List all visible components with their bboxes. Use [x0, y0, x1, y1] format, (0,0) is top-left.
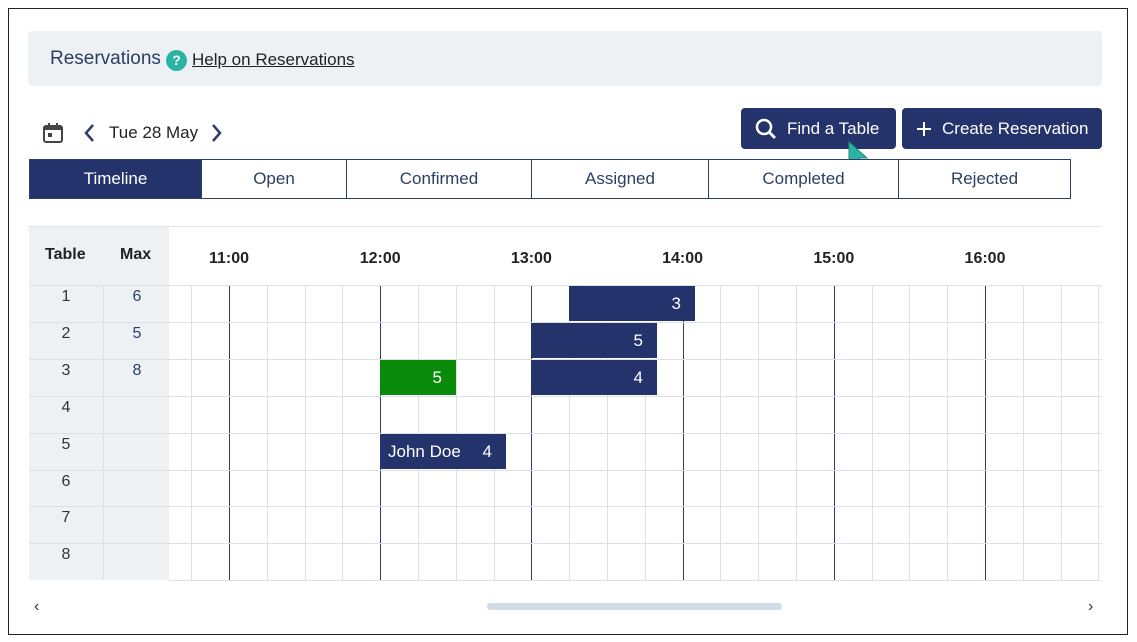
table-number: 1: [61, 288, 71, 305]
reservation-block[interactable]: 5: [380, 360, 456, 395]
find-table-label: Find a Table: [787, 118, 880, 138]
scroll-right-arrow[interactable]: ›: [1088, 598, 1093, 616]
time-label: 15:00: [813, 250, 855, 267]
row-gridline: [169, 433, 1102, 434]
row-separator: [29, 506, 169, 508]
party-size: 4: [633, 367, 643, 387]
table-max-capacity: 5: [132, 324, 142, 342]
party-size: 3: [671, 293, 681, 313]
table-list: Table Max 1 6 2 5 3 8 4 5 6 7 8: [29, 227, 169, 580]
row-separator: [29, 285, 169, 286]
party-size: 4: [482, 441, 492, 461]
page-header: Reservations ? Help on Reservations: [28, 31, 1102, 86]
question-circle-icon[interactable]: ?: [166, 50, 187, 71]
max-column-header: Max: [120, 246, 152, 263]
row-separator: [29, 358, 169, 360]
row-separator: [29, 432, 169, 434]
tab-completed[interactable]: Completed: [708, 159, 899, 199]
page-title: Reservations: [50, 48, 161, 69]
table-column-header: Table: [45, 246, 86, 263]
tab-rejected[interactable]: Rejected: [898, 159, 1071, 199]
status-tabs: Timeline Open Confirmed Assigned Complet…: [29, 159, 1071, 199]
current-date: Tue 28 May: [109, 123, 199, 142]
table-max-capacity: 8: [132, 361, 142, 379]
chevron-left-icon[interactable]: [80, 120, 100, 146]
tab-assigned[interactable]: Assigned: [531, 159, 709, 199]
table-number: 2: [61, 324, 71, 342]
reservation-block[interactable]: 3: [569, 286, 695, 321]
row-gridline: [169, 506, 1102, 507]
time-label: 13:00: [510, 250, 552, 267]
guest-name: John Doe: [388, 441, 461, 461]
row-separator: [29, 543, 169, 545]
table-number: 5: [61, 435, 71, 453]
row-gridline: [169, 543, 1102, 544]
timeline-grid: 11:00 12:00 13:00 14:00 15:00 16:00 3 5 5 4 John D…: [169, 227, 1102, 581]
time-label: 12:00: [359, 250, 401, 267]
table-number: 4: [61, 398, 71, 416]
table-number: 3: [61, 361, 71, 379]
find-table-button[interactable]: Find a Table: [741, 108, 896, 149]
calendar-icon[interactable]: [42, 122, 64, 144]
time-label: 16:00: [964, 250, 1006, 267]
row-gridline: [169, 580, 1102, 581]
party-size: 5: [633, 330, 643, 350]
create-reservation-label: Create Reservation: [942, 118, 1089, 138]
time-label: 14:00: [662, 250, 704, 267]
time-label: 11:00: [208, 250, 250, 267]
table-number: 7: [61, 509, 71, 527]
table-max-capacity: 6: [132, 288, 142, 305]
table-number: 6: [61, 472, 71, 490]
row-gridline: [169, 396, 1102, 397]
table-number: 8: [61, 546, 71, 564]
row-separator: [29, 321, 169, 323]
reservation-block[interactable]: John Doe 4: [380, 434, 506, 469]
scroll-left-arrow[interactable]: ‹: [34, 598, 39, 616]
help-link[interactable]: Help on Reservations: [192, 50, 355, 70]
row-gridline: [169, 470, 1102, 471]
chevron-right-icon[interactable]: [206, 120, 226, 146]
party-size: 5: [432, 367, 442, 387]
tab-timeline[interactable]: Timeline: [29, 159, 202, 199]
row-separator: [29, 395, 169, 397]
reservation-block[interactable]: 5: [531, 323, 657, 358]
create-reservation-button[interactable]: Create Reservation: [902, 108, 1102, 149]
reservation-block[interactable]: 4: [531, 360, 657, 395]
horizontal-scrollbar[interactable]: [487, 603, 782, 610]
plus-icon: [917, 121, 931, 136]
search-icon: [755, 118, 776, 139]
tab-confirmed[interactable]: Confirmed: [346, 159, 532, 199]
row-separator: [29, 469, 169, 471]
tab-open[interactable]: Open: [201, 159, 347, 199]
